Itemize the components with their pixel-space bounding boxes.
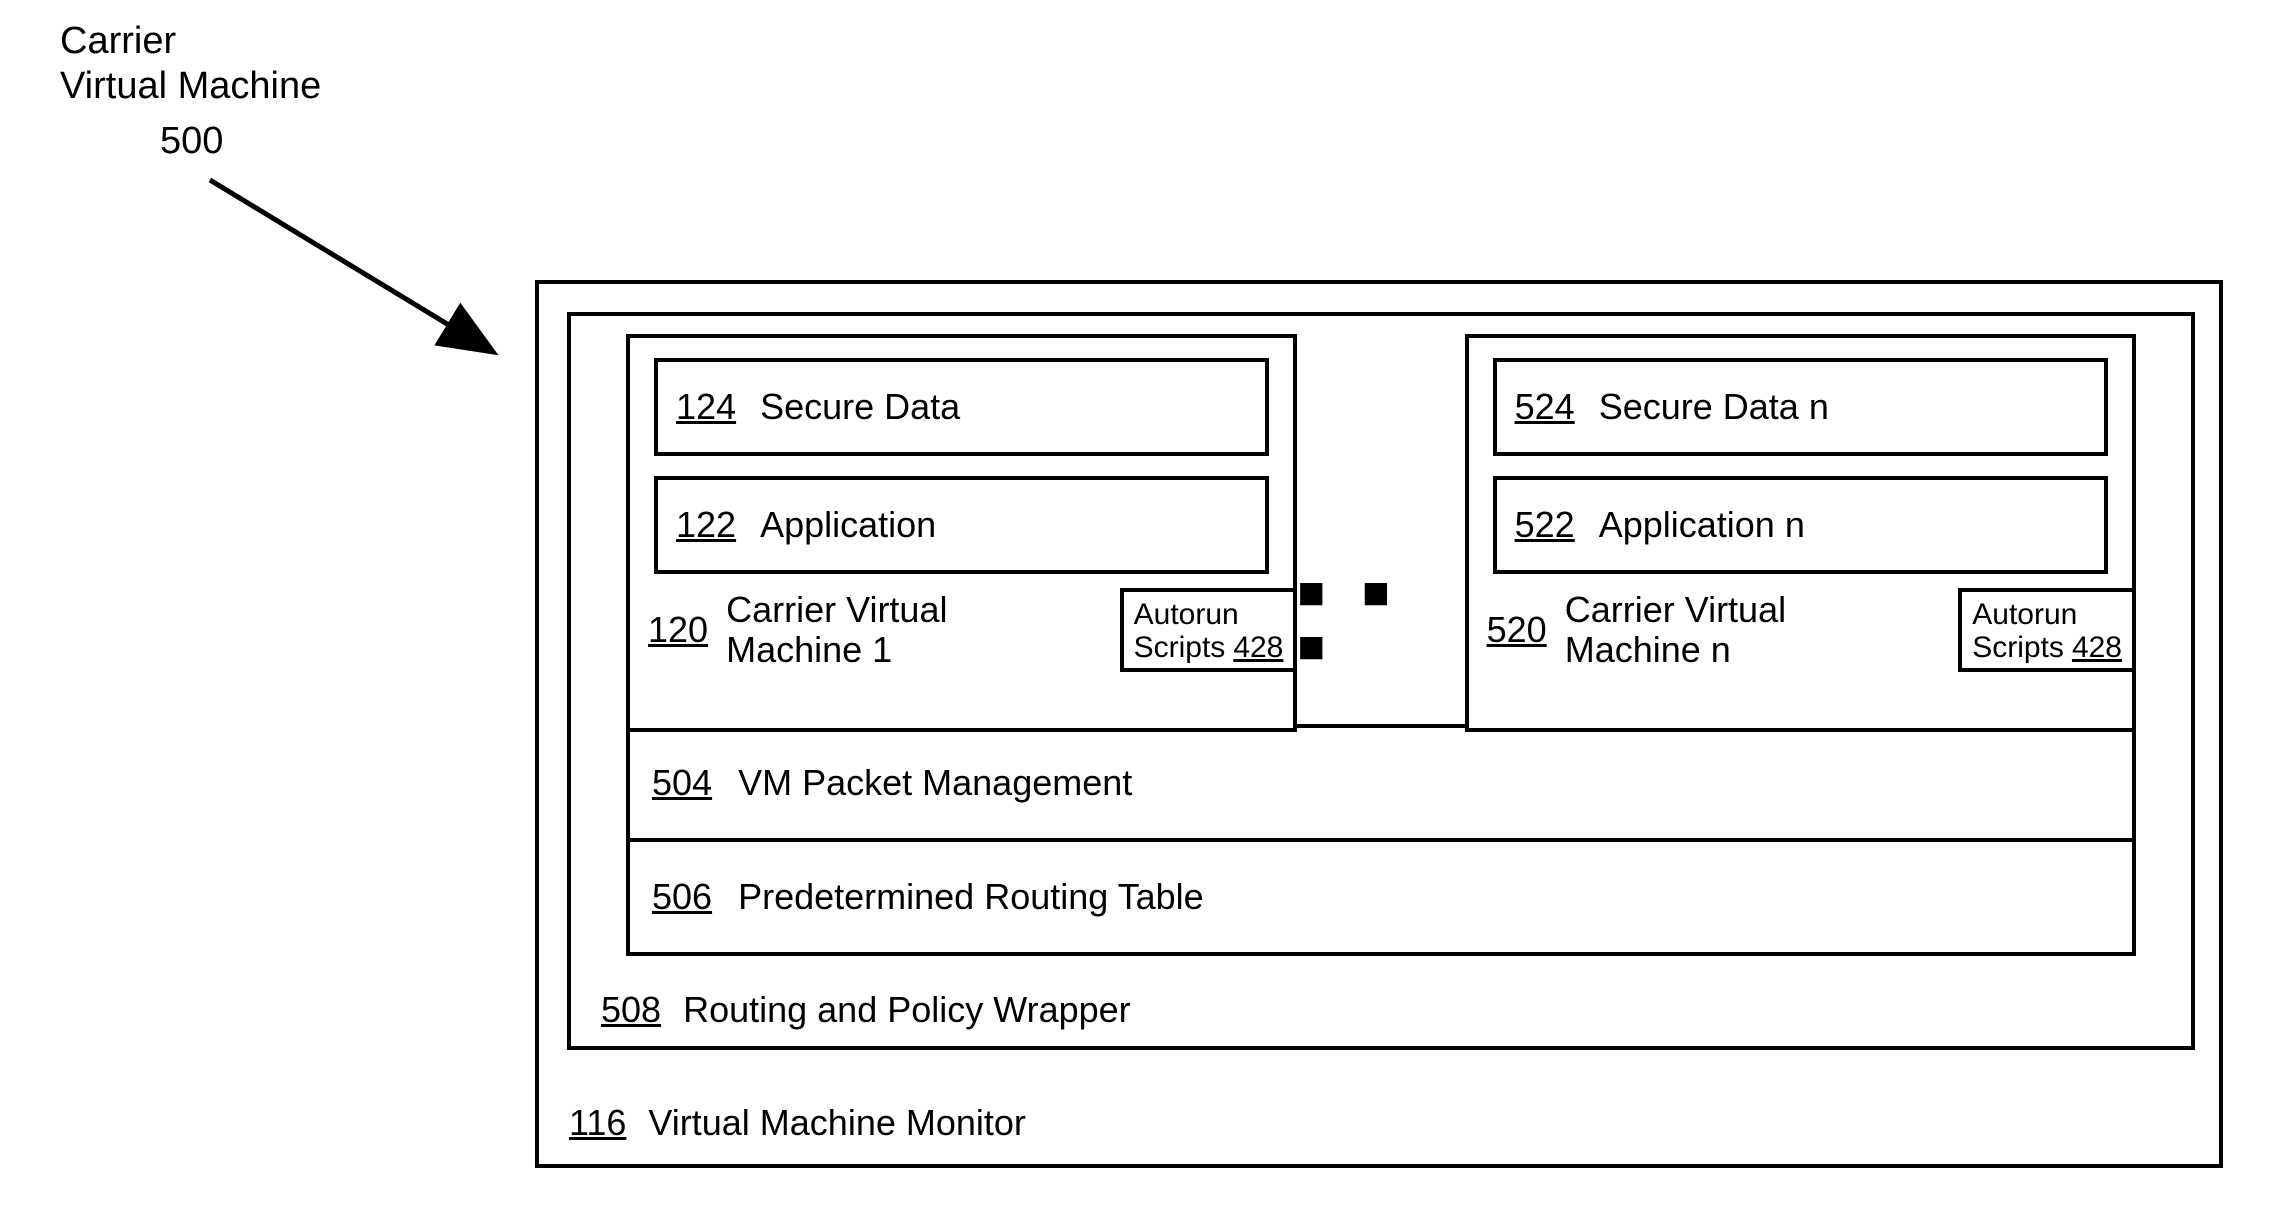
secure-data-n-label: Secure Data n — [1599, 386, 1829, 428]
predetermined-routing-table-label: Predetermined Routing Table — [738, 876, 1204, 918]
vmm-ref: 116 — [569, 1102, 626, 1144]
diagram-canvas: Carrier Virtual Machine 500 124 S — [0, 0, 2280, 1215]
autorun-scripts-1-l2: Scripts — [1134, 631, 1226, 664]
carrier-vm-n-label-group: 520 Carrier Virtual Machine n — [1487, 588, 1959, 672]
autorun-scripts-n-l1: Autorun — [1972, 598, 2122, 631]
carrier-vm-1-label: Carrier Virtual Machine 1 — [726, 590, 947, 669]
predetermined-routing-table-box: 506 Predetermined Routing Table — [626, 842, 2136, 956]
application-1-ref: 122 — [676, 504, 736, 546]
secure-data-1-ref: 124 — [676, 386, 736, 428]
autorun-scripts-n-box: Autorun Scripts 428 — [1958, 588, 2136, 672]
carrier-vm-n-label-l2: Machine n — [1565, 630, 1786, 670]
application-n-label: Application n — [1599, 504, 1805, 546]
vm-packet-management-label: VM Packet Management — [738, 762, 1132, 804]
carrier-vm-n-label: Carrier Virtual Machine n — [1565, 590, 1786, 669]
carrier-vm-n-label-l1: Carrier Virtual — [1565, 590, 1786, 630]
application-1-box: 122 Application — [654, 476, 1269, 574]
routing-policy-wrapper-label: 508 Routing and Policy Wrapper — [601, 989, 1131, 1031]
secure-data-1-box: 124 Secure Data — [654, 358, 1269, 456]
carrier-vm-1-label-group: 120 Carrier Virtual Machine 1 — [648, 588, 1120, 672]
autorun-scripts-1-ref: 428 — [1233, 631, 1283, 664]
application-n-box: 522 Application n — [1493, 476, 2108, 574]
autorun-scripts-1-l1: Autorun — [1134, 598, 1284, 631]
predetermined-routing-table-ref: 506 — [652, 876, 712, 918]
ellipsis-icon: ■ ■ ■ — [1297, 565, 1464, 673]
vmm-box: 124 Secure Data 122 Application 120 Carr — [535, 280, 2223, 1168]
vm-packet-management-ref: 504 — [652, 762, 712, 804]
diagram-title-line1: Carrier — [60, 20, 176, 63]
application-n-ref: 522 — [1515, 504, 1575, 546]
carrier-vm-n-footer: 520 Carrier Virtual Machine n Autorun Sc… — [1469, 574, 2132, 686]
wrapper-inner-group: 124 Secure Data 122 Application 120 Carr — [626, 334, 2136, 964]
autorun-scripts-n-l2: Scripts — [1972, 631, 2064, 664]
carrier-vm-1-label-l2: Machine 1 — [726, 630, 947, 670]
arrow-icon — [180, 160, 540, 380]
carrier-vm-row: 124 Secure Data 122 Application 120 Carr — [626, 334, 2136, 724]
secure-data-n-box: 524 Secure Data n — [1493, 358, 2108, 456]
autorun-scripts-n-ref: 428 — [2072, 631, 2122, 664]
application-1-label: Application — [760, 504, 936, 546]
routing-policy-wrapper-text: Routing and Policy Wrapper — [683, 989, 1131, 1031]
routing-policy-wrapper-ref: 508 — [601, 989, 661, 1031]
autorun-scripts-1-box: Autorun Scripts 428 — [1120, 588, 1298, 672]
carrier-vm-1-label-l1: Carrier Virtual — [726, 590, 947, 630]
vm-packet-management-box: 504 VM Packet Management — [626, 724, 2136, 842]
diagram-title-line2: Virtual Machine — [60, 65, 321, 108]
carrier-vm-1-footer: 120 Carrier Virtual Machine 1 Autorun Sc… — [630, 574, 1293, 686]
carrier-vm-1-ref: 120 — [648, 609, 708, 651]
carrier-vm-n-box: 524 Secure Data n 522 Application n 520 — [1465, 334, 2136, 732]
vmm-label: 116 Virtual Machine Monitor — [569, 1102, 1026, 1144]
routing-policy-wrapper-box: 124 Secure Data 122 Application 120 Carr — [567, 312, 2195, 1050]
vmm-text: Virtual Machine Monitor — [648, 1102, 1026, 1144]
carrier-vm-1-box: 124 Secure Data 122 Application 120 Carr — [626, 334, 1297, 732]
diagram-title-refnum: 500 — [160, 120, 223, 163]
secure-data-1-label: Secure Data — [760, 386, 960, 428]
carrier-vm-n-ref: 520 — [1487, 609, 1547, 651]
secure-data-n-ref: 524 — [1515, 386, 1575, 428]
